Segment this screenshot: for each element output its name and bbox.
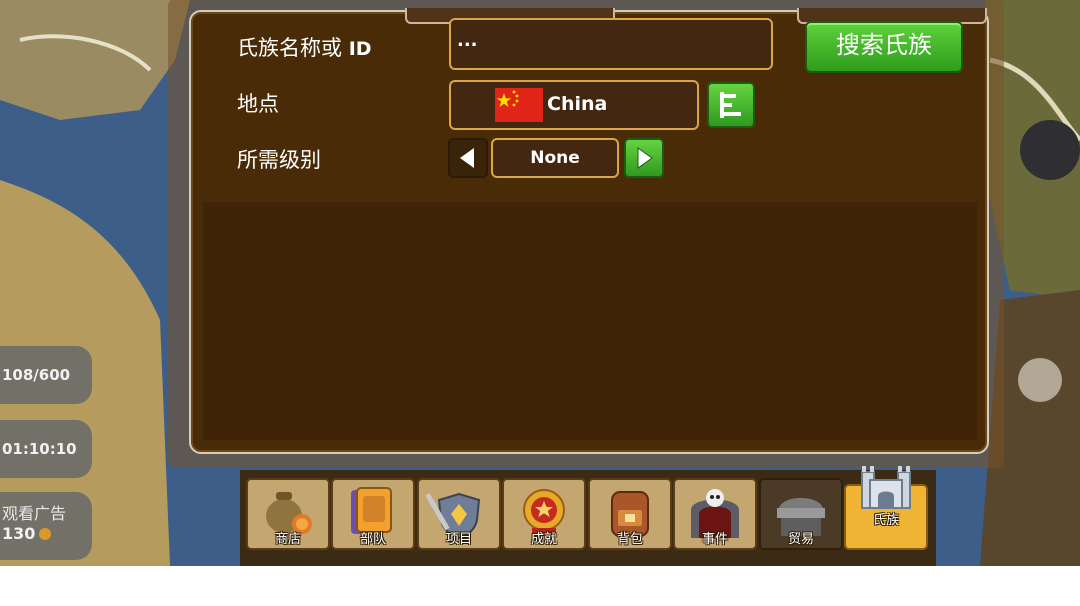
watch-ad-label: 观看广告 [2,504,67,523]
clan-name-input[interactable]: ... [449,18,773,70]
watch-ad-button[interactable]: 观看广告 130 [0,492,92,560]
china-flag-icon [495,88,543,122]
nav-tab-events[interactable]: 事件 [673,478,757,550]
bottom-navigation-bar: 商店 部队 项目 成就 背包 事件 贸易 氏族 [240,466,936,566]
required-level-label: 所需级别 [237,148,321,172]
location-list-button[interactable] [707,82,755,128]
location-selector[interactable]: China [449,80,699,130]
nav-label-clan: 氏族 [872,513,899,528]
ad-reward-value: 130 [2,524,52,543]
nav-tab-achievements[interactable]: 成就 [502,478,586,550]
nav-label-items: 项目 [445,532,472,547]
nav-tab-items[interactable]: 项目 [417,478,501,550]
search-clan-button[interactable]: 搜索氏族 [805,21,963,73]
nav-tab-clan[interactable]: 氏族 [844,466,928,550]
nav-label-troops: 部队 [359,532,386,547]
location-value: China [547,93,608,115]
level-prev-button[interactable] [448,138,488,178]
location-label: 地点 [237,92,279,116]
troop-capacity-text: 108/600 [2,366,71,384]
nav-label-shop: 商店 [274,532,301,547]
arrow-left-icon [460,148,474,168]
troop-capacity-pill: 108/600 [0,346,92,404]
nav-label-events: 事件 [701,532,728,547]
nav-tab-trade[interactable]: 贸易 [759,478,843,550]
clan-search-panel: 氏族名称或 ID ... 搜索氏族 地点 China 所需级别 None [189,8,989,454]
nav-label-backpack: 背包 [616,532,643,547]
level-next-button[interactable] [624,138,664,178]
list-icon [720,92,741,118]
timer-text: 01:10:10 [2,440,77,458]
nav-tab-troops[interactable]: 部队 [331,478,415,550]
timer-pill: 01:10:10 [0,420,92,478]
arrow-right-icon [637,147,653,169]
search-results-area [203,202,977,440]
clan-name-label: 氏族名称或 ID [237,36,372,60]
nav-label-trade: 贸易 [787,532,814,547]
required-level-value: None [491,138,619,178]
coin-icon [39,528,52,540]
nav-tab-backpack[interactable]: 背包 [588,478,672,550]
nav-label-achievements: 成就 [530,532,557,547]
game-viewport: 108/600 01:10:10 观看广告 130 氏族名称或 ID ... 搜… [0,0,1080,566]
nav-tab-shop[interactable]: 商店 [246,478,330,550]
